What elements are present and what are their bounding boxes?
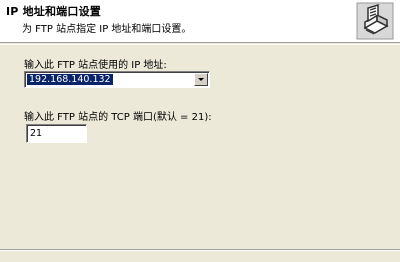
- ip-address-label: 输入此 FTP 站点使用的 IP 地址:: [24, 60, 167, 71]
- page-title: IP 地址和端口设置: [6, 5, 101, 18]
- tcp-port-input[interactable]: 21: [26, 124, 87, 143]
- divider: [0, 250, 400, 251]
- tcp-port-label: 输入此 FTP 站点的 TCP 端口(默认 = 21):: [24, 112, 212, 123]
- printer-icon: [356, 2, 394, 40]
- chevron-down-icon[interactable]: [194, 73, 208, 86]
- ip-address-value: 192.168.140.132: [27, 74, 113, 85]
- ip-address-dropdown[interactable]: 192.168.140.132: [24, 71, 210, 88]
- wizard-header: IP 地址和端口设置 为 FTP 站点指定 IP 地址和端口设置。: [0, 0, 400, 45]
- page-subtitle: 为 FTP 站点指定 IP 地址和端口设置。: [22, 24, 192, 35]
